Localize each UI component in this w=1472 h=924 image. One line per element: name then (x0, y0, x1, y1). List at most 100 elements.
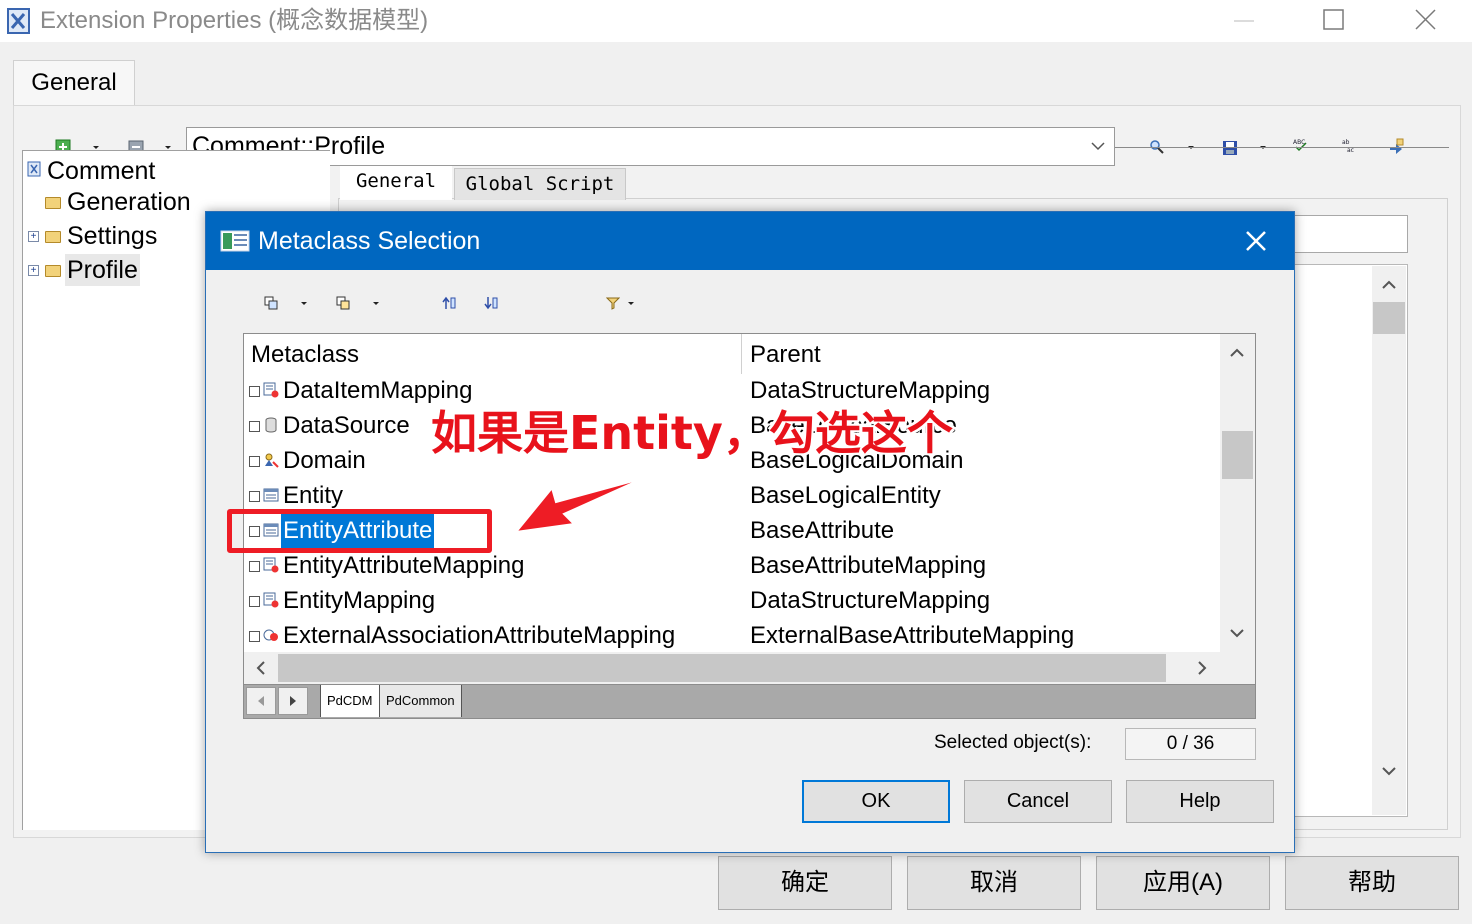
entity-icon (263, 488, 279, 502)
tab-scroll-right-button[interactable] (278, 687, 308, 715)
tree-item-label: Generation (67, 188, 191, 216)
tab-general-details[interactable]: General (340, 166, 452, 200)
triangle-left-icon (258, 696, 264, 706)
scroll-thumb[interactable] (1373, 302, 1405, 334)
parent-name: BaseAttribute (750, 517, 895, 544)
column-header-metaclass[interactable]: Metaclass (251, 334, 359, 374)
replace-icon[interactable]: abac (1341, 137, 1357, 153)
metaclass-name: Domain (283, 447, 366, 474)
name-field[interactable] (1288, 215, 1408, 253)
list-horizontal-scrollbar[interactable] (244, 652, 1220, 684)
toolbar-divider-line (1115, 147, 1449, 148)
apply-button[interactable]: 应用(A) (1096, 856, 1270, 910)
insert-icon[interactable] (1388, 138, 1404, 154)
maximize-button[interactable] (1290, 0, 1382, 42)
selected-objects-count: 0 / 36 (1125, 728, 1256, 760)
folder-icon (45, 265, 61, 277)
dialog-title: Metaclass Selection (258, 227, 481, 255)
column-header-parent[interactable]: Parent (750, 334, 821, 374)
row-checkbox[interactable] (249, 631, 260, 642)
expand-icon[interactable]: + (28, 265, 39, 276)
dropdown-arrow-icon[interactable] (165, 146, 171, 149)
annotation-arrow-icon (513, 477, 645, 534)
metaclass-name: ExternalAssociationAttributeMapping (283, 622, 676, 649)
tree-item-label: Settings (67, 222, 158, 250)
mapping-icon (263, 382, 279, 398)
parent-name: DataStructureMapping (750, 587, 991, 614)
dropdown-arrow-icon[interactable] (373, 302, 379, 305)
external-mapping-icon (263, 629, 278, 641)
cancel-button[interactable]: Cancel (964, 780, 1112, 823)
metaclass-name: EntityAttributeMapping (283, 552, 525, 579)
move-down-icon[interactable] (484, 296, 498, 310)
parent-name: BaseLogicalEntity (750, 482, 941, 509)
filter-icon[interactable] (606, 296, 620, 310)
column-divider[interactable] (741, 334, 742, 374)
select-all-icon[interactable] (264, 296, 278, 310)
extension-icon (27, 161, 41, 177)
metaclass-name: DataSource (283, 412, 410, 439)
window-titlebar: Extension Properties (概念数据模型) (0, 0, 1472, 42)
annotation-text: 如果是Entity，勾选这个 (431, 406, 954, 461)
folder-icon (45, 231, 61, 243)
scroll-thumb[interactable] (278, 654, 1166, 682)
cancel-button-main[interactable]: 取消 (907, 856, 1081, 910)
scroll-down-icon[interactable] (1230, 628, 1244, 638)
dropdown-arrow-icon[interactable] (628, 302, 634, 305)
scroll-down-icon[interactable] (1382, 766, 1396, 776)
list-row[interactable]: EntityMapping DataStructureMapping (244, 584, 1220, 619)
row-checkbox[interactable] (249, 386, 260, 397)
domain-icon (265, 453, 279, 468)
move-up-icon[interactable] (442, 296, 456, 310)
expand-icon[interactable]: + (28, 231, 39, 242)
mapping-icon (263, 592, 279, 608)
tab-pdcommon[interactable]: PdCommon (380, 685, 462, 717)
row-checkbox[interactable] (249, 456, 260, 467)
row-checkbox[interactable] (249, 561, 260, 572)
list-vertical-scrollbar[interactable] (1220, 334, 1255, 652)
minimize-button[interactable] (1198, 0, 1290, 42)
parent-name: ExternalBaseAttributeMapping (750, 622, 1075, 649)
extension-file-icon (7, 8, 30, 34)
annotation-highlight-box (227, 509, 492, 553)
window-title: Extension Properties (概念数据模型) (40, 7, 429, 34)
parent-name: BaseAttributeMapping (750, 552, 987, 579)
svg-text:ab: ab (1342, 139, 1350, 146)
row-checkbox[interactable] (249, 596, 260, 607)
mapping-icon (263, 557, 279, 573)
metaclass-name: EntityMapping (283, 587, 436, 614)
folder-icon (45, 197, 61, 209)
datasource-icon (265, 417, 277, 433)
scroll-up-icon[interactable] (1230, 348, 1244, 358)
tab-pdcdm[interactable]: PdCDM (320, 685, 380, 717)
help-button-main[interactable]: 帮助 (1285, 856, 1459, 910)
row-checkbox[interactable] (249, 491, 260, 502)
library-tab-bar: PdCDM PdCommon (243, 685, 1256, 719)
triangle-right-icon (290, 696, 296, 706)
dialog-close-icon[interactable] (1242, 227, 1270, 255)
deselect-all-icon[interactable] (336, 296, 350, 310)
save-icon[interactable] (1222, 140, 1238, 156)
scroll-thumb[interactable] (1222, 431, 1253, 479)
scroll-up-icon[interactable] (1382, 280, 1396, 290)
list-row[interactable]: ExternalAssociationAttributeMapping Exte… (244, 619, 1220, 654)
dialog-titlebar: Metaclass Selection (206, 212, 1294, 270)
help-button[interactable]: Help (1126, 780, 1274, 823)
scroll-corner (1220, 652, 1255, 684)
spell-check-icon[interactable]: ABC (1293, 136, 1309, 152)
tree-item-label: Profile (65, 254, 140, 286)
row-checkbox[interactable] (249, 421, 260, 432)
confirm-button[interactable]: 确定 (718, 856, 892, 910)
tab-scroll-left-button[interactable] (246, 687, 276, 715)
list-row[interactable]: EntityAttributeMapping BaseAttributeMapp… (244, 549, 1220, 584)
tab-general[interactable]: General (13, 60, 135, 106)
dropdown-arrow-icon[interactable] (301, 302, 307, 305)
ok-button[interactable]: OK (802, 780, 950, 823)
vertical-scrollbar[interactable] (1372, 266, 1406, 815)
dialog-list-icon (220, 230, 250, 252)
tab-global-script[interactable]: Global Script (454, 168, 626, 200)
dropdown-arrow-icon[interactable] (93, 146, 99, 149)
scroll-right-icon[interactable] (1197, 661, 1207, 675)
window-close-button[interactable] (1382, 0, 1472, 42)
scroll-left-icon[interactable] (256, 661, 266, 675)
